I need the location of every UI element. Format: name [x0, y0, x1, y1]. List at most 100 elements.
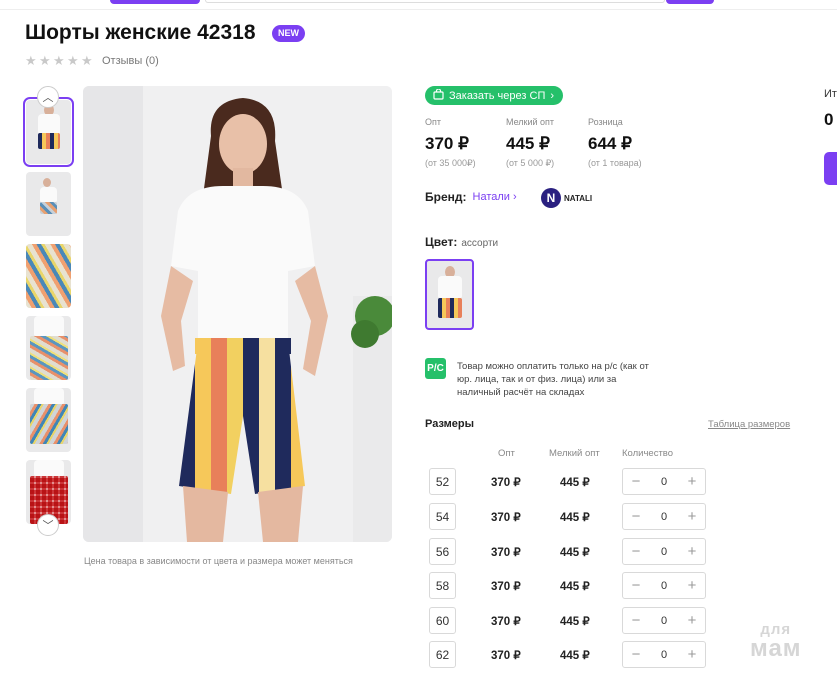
brand-logo[interactable]: N NATALI: [541, 188, 592, 208]
price-value: 370 ₽: [425, 134, 469, 153]
quantity-stepper: − 0 +: [622, 468, 706, 495]
thumbnails-up-button[interactable]: ︿: [37, 86, 59, 108]
price-note: (от 35 000₽): [425, 158, 476, 168]
size-row: 52 370 ₽ 445 ₽ − 0 +: [429, 468, 729, 498]
size-small-opt-price: 445 ₽: [560, 581, 590, 593]
payment-icon: P/C: [425, 358, 446, 379]
minus-icon[interactable]: −: [629, 509, 643, 524]
sizes-title: Размеры: [425, 418, 475, 430]
size-opt-price: 370 ₽: [491, 581, 521, 593]
size-opt-price: 370 ₽: [491, 477, 521, 489]
brand-link[interactable]: Натали ›: [473, 191, 517, 203]
size-small-opt-price: 445 ₽: [560, 650, 590, 662]
size-small-opt-price: 445 ₽: [560, 616, 590, 628]
size-row: 60 370 ₽ 445 ₽ − 0 +: [429, 607, 729, 637]
brand-row: Бренд: Натали ›: [425, 190, 517, 204]
size-row: 54 370 ₽ 445 ₽ − 0 +: [429, 503, 729, 533]
thumbnail-4[interactable]: [26, 316, 71, 380]
quantity-stepper: − 0 +: [622, 607, 706, 634]
price-note: (от 5 000 ₽): [506, 158, 555, 168]
catalog-button[interactable]: [110, 0, 200, 4]
size-opt-price: 370 ₽: [491, 616, 521, 628]
color-row: Цвет: ассорти: [425, 235, 498, 249]
minus-icon[interactable]: −: [629, 647, 643, 662]
thumbnails-down-button[interactable]: ﹀: [37, 514, 59, 536]
star-icon: ★: [67, 53, 79, 68]
quantity-value[interactable]: 0: [661, 476, 667, 488]
watermark: для мам: [750, 621, 802, 662]
quantity-stepper: − 0 +: [622, 641, 706, 668]
order-sp-label: Заказать через СП: [449, 89, 546, 102]
price-label: Мелкий опт: [506, 117, 555, 127]
header-divider: [0, 9, 837, 10]
main-product-image[interactable]: [83, 86, 392, 542]
quantity-value[interactable]: 0: [661, 580, 667, 592]
price-note: (от 1 товара): [588, 158, 642, 168]
size-row: 62 370 ₽ 445 ₽ − 0 +: [429, 641, 729, 671]
price-value: 644 ₽: [588, 134, 632, 153]
quantity-value[interactable]: 0: [661, 649, 667, 661]
size-value: 62: [429, 641, 456, 668]
plus-icon[interactable]: +: [685, 613, 699, 628]
thumbnail-1[interactable]: [23, 97, 74, 167]
page-title: Шорты женские 42318: [25, 21, 256, 44]
quantity-stepper: − 0 +: [622, 538, 706, 565]
chevron-right-icon: ›: [512, 191, 517, 203]
column-header-small-opt: Мелкий опт: [549, 448, 600, 459]
quantity-value[interactable]: 0: [661, 546, 667, 558]
chevron-right-icon: ›: [550, 89, 555, 102]
size-opt-price: 370 ₽: [491, 512, 521, 524]
minus-icon[interactable]: −: [629, 474, 643, 489]
brand-logo-text: NATALI: [564, 193, 593, 203]
size-value: 60: [429, 607, 456, 634]
star-icon: ★: [53, 53, 65, 68]
size-small-opt-price: 445 ₽: [560, 547, 590, 559]
thumbnail-2[interactable]: [26, 172, 71, 236]
size-value: 58: [429, 572, 456, 599]
size-opt-price: 370 ₽: [491, 547, 521, 559]
price-retail: Розница 644 ₽ (от 1 товара): [588, 117, 642, 168]
star-icon: ★: [39, 53, 51, 68]
size-small-opt-price: 445 ₽: [560, 512, 590, 524]
plus-icon[interactable]: +: [685, 544, 699, 559]
search-button[interactable]: [666, 0, 714, 4]
size-value: 52: [429, 468, 456, 495]
search-input[interactable]: [205, 0, 665, 3]
quantity-value[interactable]: 0: [661, 511, 667, 523]
new-badge: NEW: [272, 25, 305, 42]
reviews-link[interactable]: Отзывы (0): [102, 55, 159, 67]
price-value: 445 ₽: [506, 134, 550, 153]
price-label: Розница: [588, 117, 623, 127]
price-label: Опт: [425, 117, 441, 127]
thumbnail-5[interactable]: [26, 388, 71, 452]
plus-icon[interactable]: +: [685, 647, 699, 662]
quantity-value[interactable]: 0: [661, 615, 667, 627]
star-icon: ★: [81, 53, 93, 68]
rating-stars[interactable]: ★ ★ ★ ★ ★: [25, 53, 93, 68]
column-header-opt: Опт: [498, 448, 515, 459]
product-photo: [83, 86, 392, 542]
plus-icon[interactable]: +: [685, 578, 699, 593]
add-to-cart-button[interactable]: [824, 152, 837, 185]
payment-note: Товар можно оплатить только на р/с (как …: [457, 361, 649, 398]
order-sp-button[interactable]: Заказать через СП ›: [425, 86, 564, 105]
size-row: 58 370 ₽ 445 ₽ − 0 +: [429, 572, 729, 602]
summary-label: Ит: [824, 88, 837, 100]
size-value: 54: [429, 503, 456, 530]
price-opt: Опт 370 ₽ (от 35 000₽): [425, 117, 476, 169]
chevron-down-icon: ﹀: [42, 520, 54, 532]
minus-icon[interactable]: −: [629, 613, 643, 628]
minus-icon[interactable]: −: [629, 544, 643, 559]
price-small-opt: Мелкий опт 445 ₽ (от 5 000 ₽): [506, 117, 554, 169]
size-small-opt-price: 445 ₽: [560, 477, 590, 489]
color-label: Цвет:: [425, 235, 458, 249]
color-value: ассорти: [461, 238, 499, 249]
minus-icon[interactable]: −: [629, 578, 643, 593]
star-icon: ★: [25, 53, 37, 68]
plus-icon[interactable]: +: [685, 474, 699, 489]
size-chart-link[interactable]: Таблица размеров: [708, 419, 790, 430]
plus-icon[interactable]: +: [685, 509, 699, 524]
color-swatch-assorted[interactable]: [425, 259, 474, 330]
thumbnail-3[interactable]: [26, 244, 71, 308]
quantity-stepper: − 0 +: [622, 572, 706, 599]
